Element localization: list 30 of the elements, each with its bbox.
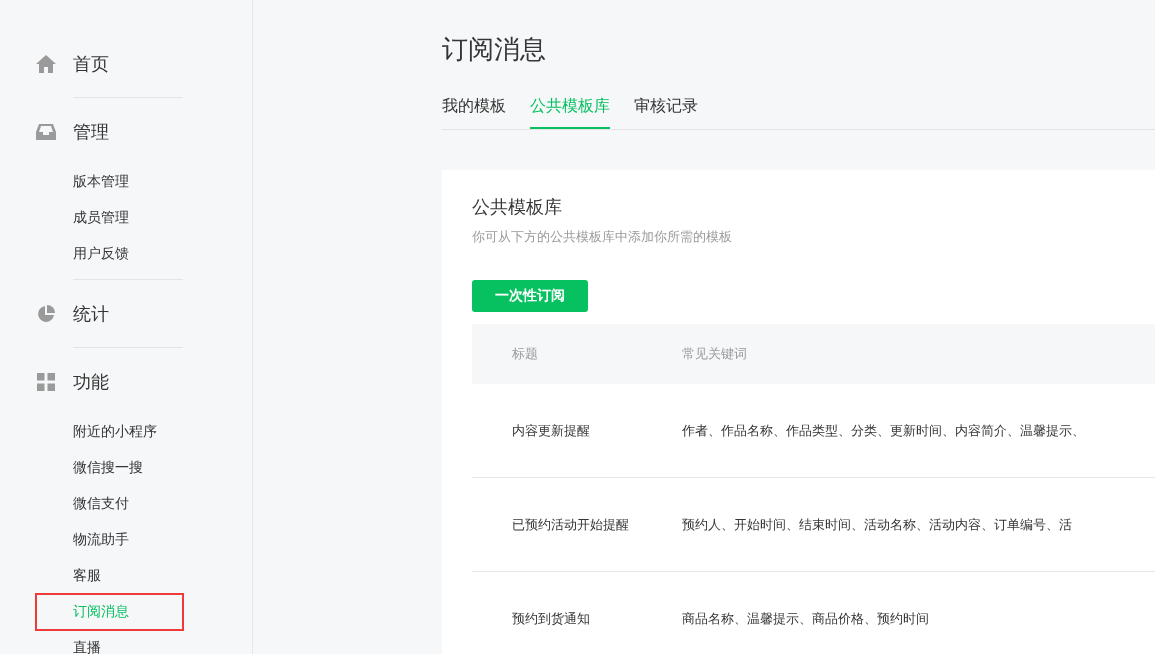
table-cell: 作者、作品名称、作品类型、分类、更新时间、内容简介、温馨提示、: [682, 421, 1085, 440]
sidebar-item[interactable]: 微信搜一搜: [73, 459, 143, 477]
table-cell-text: 已预约活动开始提醒: [511, 515, 630, 534]
inbox-icon: [36, 122, 56, 142]
sidebar-item[interactable]: 物流助手: [73, 531, 129, 549]
sidebar-item[interactable]: 版本管理: [73, 173, 129, 191]
sidebar-item[interactable]: 微信支付: [73, 495, 129, 513]
sidebar-item[interactable]: 客服: [73, 567, 101, 585]
sidebar-item[interactable]: 成员管理: [73, 209, 129, 227]
pie-chart-icon: [36, 304, 56, 324]
sidebar-item[interactable]: 用户反馈: [73, 245, 129, 263]
table-cell-text: 预约到货通知: [511, 609, 591, 628]
sidebar-section[interactable]: 管理: [73, 119, 109, 145]
sidebar-section[interactable]: 功能: [73, 369, 109, 395]
column-header: 常见关键词: [682, 345, 747, 363]
page-title: 订阅消息: [442, 33, 547, 66]
home-icon: [36, 54, 56, 74]
table-cell: 预约人、开始时间、结束时间、活动名称、活动内容、订单编号、活: [682, 515, 1072, 534]
tab[interactable]: 审核记录: [634, 86, 698, 129]
grid-icon: [36, 372, 56, 392]
table-cell-text: 内容更新提醒: [511, 421, 591, 440]
card-title: 公共模板库: [472, 195, 563, 219]
card-description: 你可从下方的公共模板库中添加你所需的模板: [472, 228, 733, 246]
sidebar-section[interactable]: 统计: [73, 301, 109, 327]
sidebar-item[interactable]: 直播: [73, 639, 101, 654]
sidebar-section[interactable]: 首页: [73, 51, 109, 77]
tab[interactable]: 我的模板: [442, 86, 506, 129]
sidebar-item[interactable]: 附近的小程序: [73, 423, 157, 441]
table-cell: 商品名称、温馨提示、商品价格、预约时间: [682, 609, 929, 628]
column-header: 标题: [511, 345, 539, 363]
